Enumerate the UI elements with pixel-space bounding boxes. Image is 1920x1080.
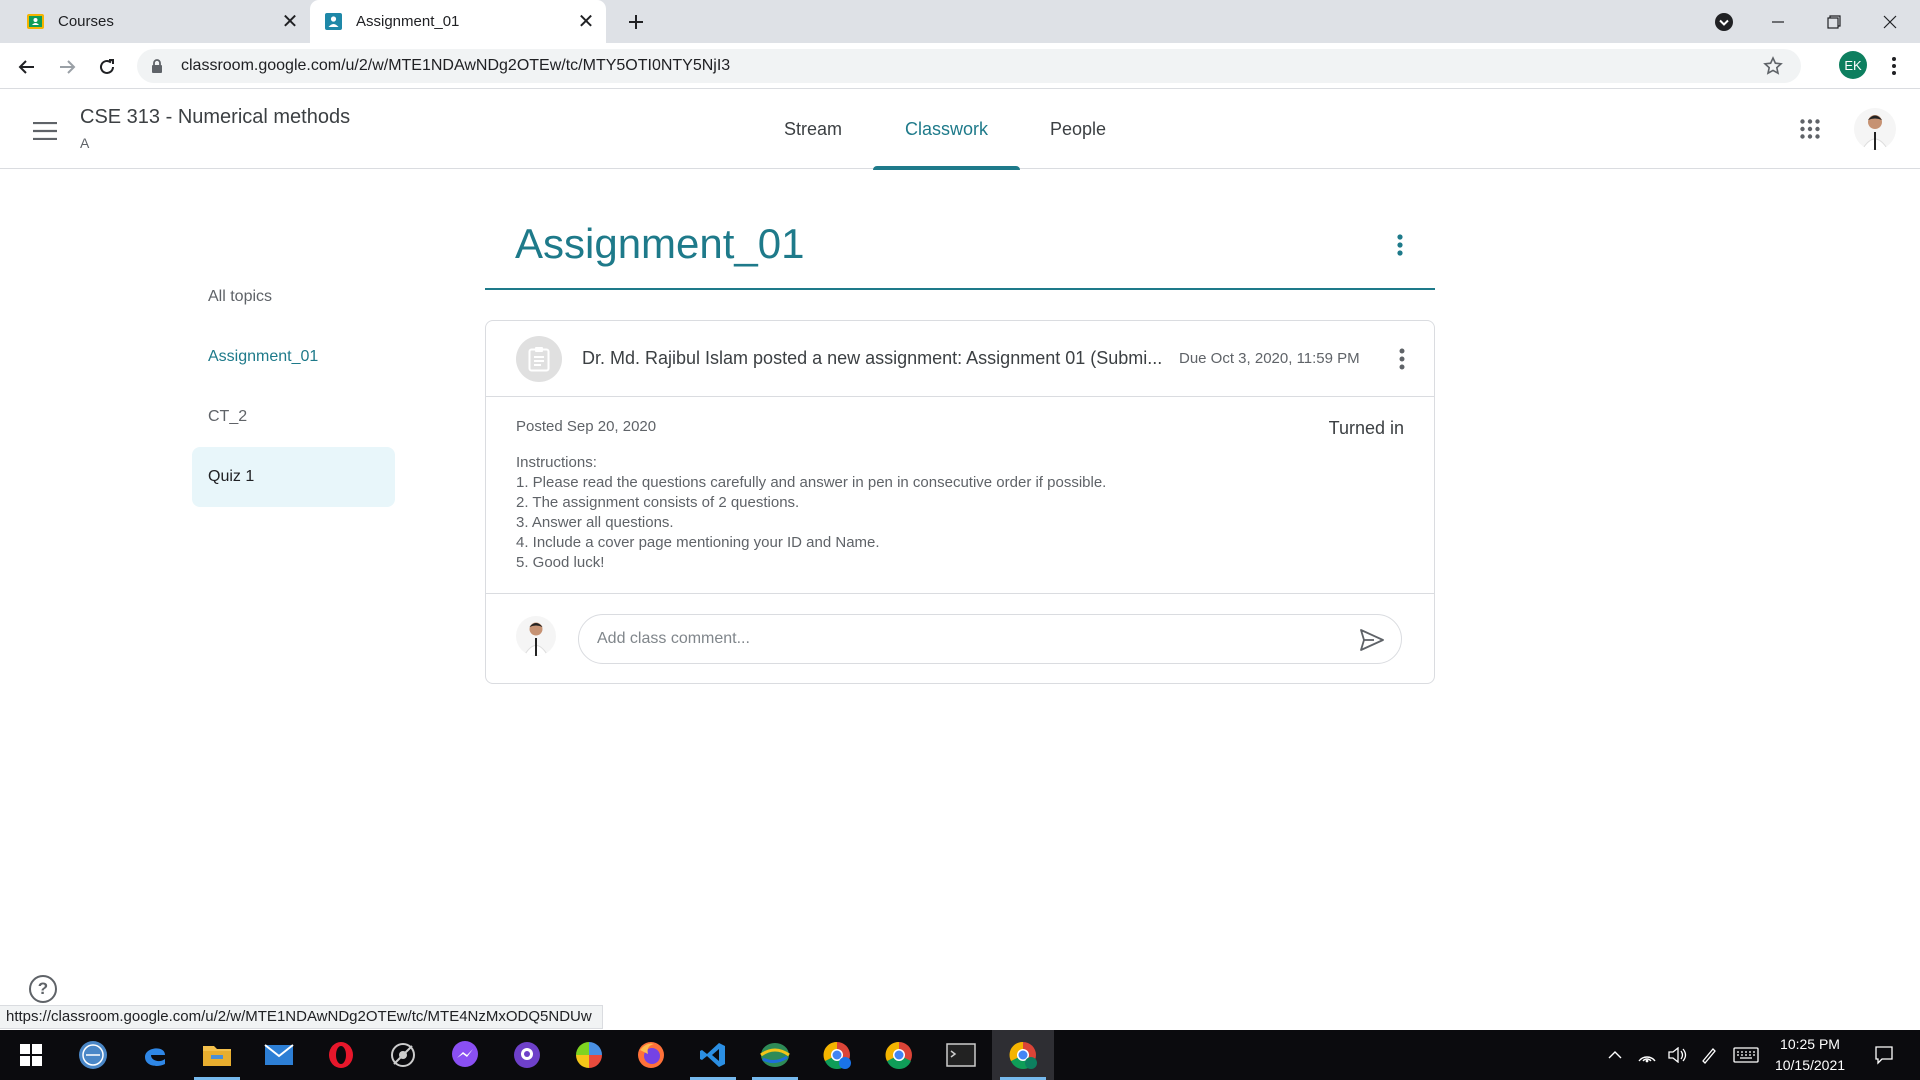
globe-app-icon[interactable] <box>744 1030 806 1080</box>
tab-people[interactable]: People <box>1038 90 1118 169</box>
system-clock[interactable]: 10:25 PM 10/15/2021 <box>1764 1034 1856 1076</box>
messenger-icon[interactable] <box>434 1030 496 1080</box>
assignment-more-options-icon[interactable] <box>1386 341 1418 377</box>
clock-date: 10/15/2021 <box>1774 1057 1846 1073</box>
tab-title: Assignment_01 <box>356 13 460 30</box>
instruction-line: Instructions: <box>516 454 597 471</box>
mail-icon[interactable] <box>248 1030 310 1080</box>
url-text: classroom.google.com/u/2/w/MTE1NDAwNDg2O… <box>181 57 731 74</box>
chrome-icon[interactable] <box>868 1030 930 1080</box>
window-close-icon[interactable] <box>1862 0 1918 43</box>
comment-placeholder: Add class comment... <box>597 630 750 647</box>
topic-ct-2[interactable]: CT_2 <box>192 387 395 447</box>
firefox-icon[interactable] <box>620 1030 682 1080</box>
topic-divider <box>485 288 1435 290</box>
browser-tab-strip: Courses ✕ Assignment_01 ✕ <box>0 0 1920 43</box>
course-section: A <box>80 135 90 151</box>
assignment-instructions: Instructions: 1. Please read the questio… <box>516 453 1106 573</box>
minimize-icon[interactable] <box>1750 0 1806 43</box>
browser-tab-assignment[interactable]: Assignment_01 ✕ <box>310 0 606 43</box>
lock-icon[interactable] <box>151 58 167 74</box>
edge-icon[interactable] <box>124 1030 186 1080</box>
chrome-profile-icon[interactable] <box>806 1030 868 1080</box>
help-icon[interactable]: ? <box>29 975 57 1003</box>
address-bar[interactable]: classroom.google.com/u/2/w/MTE1NDAwNDg2O… <box>137 49 1801 83</box>
pinwheel-app-icon[interactable] <box>558 1030 620 1080</box>
topic-more-options-icon[interactable] <box>1384 228 1416 262</box>
restore-icon[interactable] <box>1806 0 1862 43</box>
vscode-icon[interactable] <box>682 1030 744 1080</box>
notifications-icon[interactable] <box>1864 1030 1904 1080</box>
satellite-app-icon[interactable] <box>372 1030 434 1080</box>
qbittorrent-icon[interactable] <box>62 1030 124 1080</box>
tab-stream[interactable]: Stream <box>768 90 858 169</box>
opera-icon[interactable] <box>310 1030 372 1080</box>
class-comment-input[interactable]: Add class comment... <box>578 614 1402 664</box>
forward-icon[interactable] <box>52 52 82 82</box>
topic-all-topics[interactable]: All topics <box>192 267 395 327</box>
windows-taskbar: 10:25 PM 10/15/2021 <box>0 1030 1920 1080</box>
instruction-line: 4. Include a cover page mentioning your … <box>516 534 880 551</box>
submission-status: Turned in <box>1328 418 1404 438</box>
browser-toolbar: classroom.google.com/u/2/w/MTE1NDAwNDg2O… <box>0 43 1920 89</box>
assignment-clipboard-icon <box>516 336 562 382</box>
browser-profile-avatar[interactable]: EK <box>1839 51 1867 79</box>
instruction-line: 1. Please read the questions carefully a… <box>516 474 1107 491</box>
instruction-line: 5. Good luck! <box>516 554 605 571</box>
instruction-line: 3. Answer all questions. <box>516 514 674 531</box>
commenter-avatar <box>516 616 556 656</box>
topic-assignment-01[interactable]: Assignment_01 <box>192 327 395 387</box>
network-icon[interactable] <box>1632 1030 1662 1080</box>
clock-time: 10:25 PM <box>1780 1036 1840 1052</box>
pen-icon[interactable] <box>1694 1030 1724 1080</box>
classroom-header: CSE 313 - Numerical methods A Stream Cla… <box>0 90 1920 170</box>
file-explorer-icon[interactable] <box>186 1030 248 1080</box>
posted-date: Posted Sep 20, 2020 <box>516 418 657 435</box>
bookmark-star-icon[interactable] <box>1763 56 1787 76</box>
browser-tab-courses[interactable]: Courses ✕ <box>12 0 310 43</box>
google-apps-icon[interactable] <box>1794 113 1826 145</box>
chrome-active-profile-icon[interactable] <box>992 1030 1054 1080</box>
close-icon[interactable]: ✕ <box>276 8 304 36</box>
tab-search-icon[interactable] <box>1696 0 1752 43</box>
assignment-card: Dr. Md. Rajibul Islam posted a new assig… <box>485 320 1435 684</box>
account-avatar[interactable] <box>1854 108 1896 150</box>
topic-heading: Assignment_01 <box>515 220 805 267</box>
browser-menu-icon[interactable] <box>1880 51 1908 81</box>
keyboard-icon[interactable] <box>1728 1030 1764 1080</box>
terminal-icon[interactable] <box>930 1030 992 1080</box>
close-icon[interactable]: ✕ <box>572 8 600 36</box>
topic-quiz-1[interactable]: Quiz 1 <box>192 447 395 507</box>
tab-classwork[interactable]: Classwork <box>873 90 1020 170</box>
main-menu-icon[interactable] <box>28 114 62 148</box>
github-desktop-icon[interactable] <box>496 1030 558 1080</box>
comment-section: Add class comment... <box>486 593 1434 683</box>
new-tab-icon[interactable] <box>622 8 650 36</box>
reload-icon[interactable] <box>92 52 122 82</box>
assignment-card-header[interactable]: Dr. Md. Rajibul Islam posted a new assig… <box>486 321 1434 397</box>
assignment-title[interactable]: Dr. Md. Rajibul Islam posted a new assig… <box>582 348 1162 369</box>
tab-title: Courses <box>58 13 114 30</box>
assignment-favicon-icon <box>324 12 343 31</box>
send-icon[interactable] <box>1357 627 1387 653</box>
windows-start-icon[interactable] <box>0 1030 62 1080</box>
classroom-icon <box>26 12 45 31</box>
instruction-line: 2. The assignment consists of 2 question… <box>516 494 800 511</box>
show-hidden-icons-icon[interactable] <box>1600 1030 1630 1080</box>
back-icon[interactable] <box>12 52 42 82</box>
volume-icon[interactable] <box>1662 1030 1692 1080</box>
due-date: Due Oct 3, 2020, 11:59 PM <box>1179 350 1360 367</box>
course-title[interactable]: CSE 313 - Numerical methods <box>80 106 350 129</box>
link-status-bar: https://classroom.google.com/u/2/w/MTE1N… <box>0 1005 603 1029</box>
